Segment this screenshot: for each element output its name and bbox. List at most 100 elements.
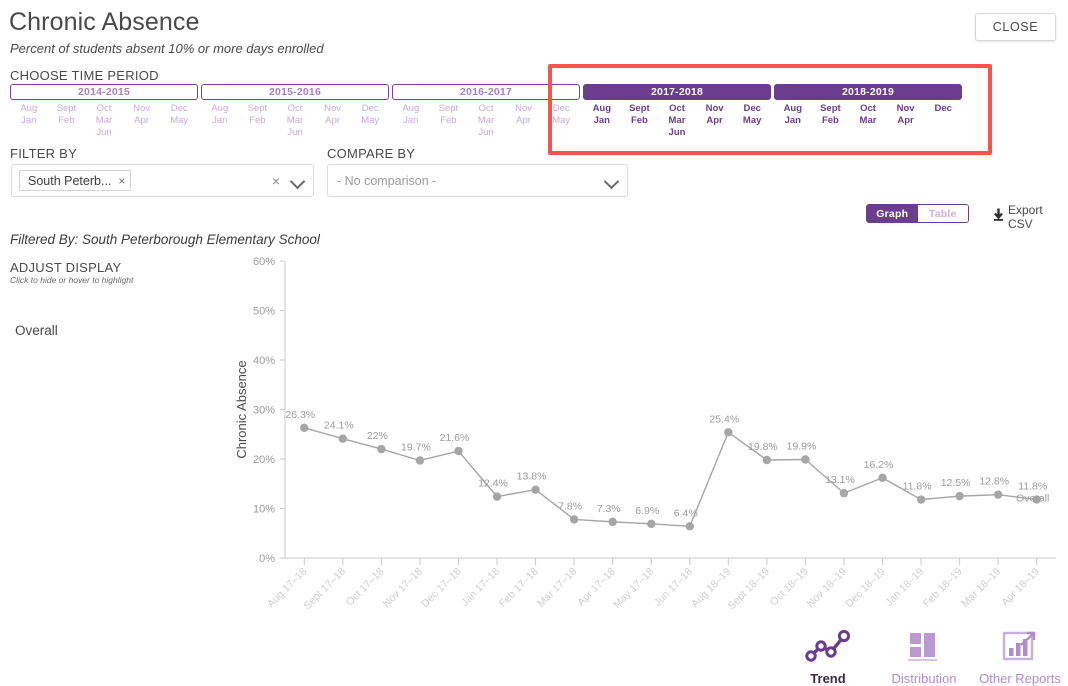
data-point[interactable] — [724, 428, 733, 437]
time-period-year-2015-2016[interactable]: 2015-2016 — [201, 84, 389, 100]
month-label[interactable]: Feb — [430, 115, 468, 127]
month-column-1-3[interactable]: Nov Apr — [314, 103, 352, 139]
month-column-3-3[interactable]: Nov Apr — [696, 103, 734, 139]
month-label[interactable]: Nov — [887, 103, 925, 115]
time-period-year-2018-2019[interactable]: 2018-2019 — [774, 84, 962, 100]
time-period-2018-2019[interactable]: 2018-2019 Aug Jan Sept Feb Oct Mar Nov Apr Dec — [774, 84, 962, 127]
tab-table[interactable]: Table — [917, 205, 968, 222]
month-label[interactable]: Dec — [160, 103, 198, 115]
month-label[interactable]: Oct — [85, 103, 123, 115]
tab-graph[interactable]: Graph — [867, 205, 918, 222]
month-label[interactable]: Mar — [849, 115, 887, 127]
month-label[interactable]: Sept — [48, 103, 86, 115]
month-label[interactable]: Apr — [123, 115, 161, 127]
month-label[interactable]: May — [542, 115, 580, 127]
data-point[interactable] — [608, 517, 617, 527]
filter-chip-remove-icon[interactable]: × — [118, 175, 125, 187]
month-label[interactable]: Mar — [658, 115, 696, 127]
month-column-1-2[interactable]: Oct Mar Jun — [276, 103, 314, 139]
month-label[interactable]: Jan — [774, 115, 812, 127]
month-label[interactable]: Apr — [314, 115, 352, 127]
month-label[interactable]: Aug — [10, 103, 48, 115]
month-column-0-4[interactable]: Dec May — [160, 103, 198, 139]
month-label[interactable]: Sept — [430, 103, 468, 115]
month-label[interactable]: Apr — [696, 115, 734, 127]
month-label[interactable]: Apr — [505, 115, 543, 127]
month-label[interactable]: Jun — [467, 127, 505, 139]
time-period-year-2014-2015[interactable]: 2014-2015 — [10, 84, 198, 100]
time-period-year-2016-2017[interactable]: 2016-2017 — [392, 84, 580, 100]
chevron-down-icon[interactable] — [605, 175, 618, 188]
month-label[interactable]: Dec — [351, 103, 389, 115]
month-column-3-1[interactable]: Sept Feb — [621, 103, 659, 139]
data-point[interactable] — [377, 444, 386, 454]
nav-item-other-reports[interactable]: Other Reports — [972, 620, 1068, 686]
time-period-2016-2017[interactable]: 2016-2017 Aug Jan Sept Feb Oct Mar Jun Nov Apr Dec… — [392, 84, 580, 139]
data-point[interactable] — [916, 495, 926, 504]
month-label[interactable]: Dec — [924, 103, 962, 115]
month-label[interactable]: Dec — [733, 103, 771, 115]
data-point[interactable] — [685, 522, 694, 531]
month-column-4-3[interactable]: Nov Apr — [887, 103, 925, 127]
data-point[interactable] — [801, 455, 810, 464]
time-period-2014-2015[interactable]: 2014-2015 Aug Jan Sept Feb Oct Mar Jun Nov Apr Dec… — [10, 84, 198, 139]
close-button[interactable]: CLOSE — [975, 13, 1056, 41]
data-point[interactable] — [762, 455, 772, 465]
data-point[interactable] — [955, 491, 964, 501]
month-column-4-1[interactable]: Sept Feb — [812, 103, 850, 127]
data-point[interactable] — [993, 490, 1003, 499]
month-label[interactable]: Feb — [812, 115, 850, 127]
month-column-0-3[interactable]: Nov Apr — [123, 103, 161, 139]
month-column-0-1[interactable]: Sept Feb — [48, 103, 86, 139]
data-point[interactable] — [531, 485, 540, 494]
time-period-year-2017-2018[interactable]: 2017-2018 — [583, 84, 771, 100]
nav-item-distribution[interactable]: Distribution — [876, 620, 972, 686]
month-label[interactable]: Jun — [276, 127, 314, 139]
month-column-1-1[interactable]: Sept Feb — [239, 103, 277, 139]
month-label[interactable]: Jan — [10, 115, 48, 127]
data-point[interactable] — [839, 488, 849, 498]
month-label[interactable]: Mar — [85, 115, 123, 127]
month-column-0-0[interactable]: Aug Jan — [10, 103, 48, 139]
month-column-3-0[interactable]: Aug Jan — [583, 103, 621, 139]
month-column-4-2[interactable]: Oct Mar — [849, 103, 887, 127]
month-column-1-4[interactable]: Dec May — [351, 103, 389, 139]
month-column-0-2[interactable]: Oct Mar Jun — [85, 103, 123, 139]
filter-by-select[interactable]: South Peterb... × × — [11, 164, 314, 197]
month-label[interactable]: Apr — [887, 115, 925, 127]
month-label[interactable]: May — [351, 115, 389, 127]
month-label[interactable]: Oct — [658, 103, 696, 115]
month-label[interactable]: Nov — [314, 103, 352, 115]
month-label[interactable]: Mar — [467, 115, 505, 127]
month-label[interactable]: Sept — [812, 103, 850, 115]
month-column-4-4[interactable]: Dec — [924, 103, 962, 127]
month-column-2-0[interactable]: Aug Jan — [392, 103, 430, 139]
month-column-2-4[interactable]: Dec May — [542, 103, 580, 139]
time-period-2017-2018[interactable]: 2017-2018 Aug Jan Sept Feb Oct Mar Jun Nov Apr Dec… — [583, 84, 771, 139]
month-label[interactable]: Oct — [467, 103, 505, 115]
month-label[interactable]: Mar — [276, 115, 314, 127]
chevron-down-icon[interactable] — [291, 175, 304, 188]
month-column-4-0[interactable]: Aug Jan — [774, 103, 812, 127]
data-point[interactable] — [415, 456, 425, 465]
month-label[interactable]: Jan — [392, 115, 430, 127]
month-label[interactable]: Oct — [849, 103, 887, 115]
month-label[interactable]: Aug — [201, 103, 239, 115]
month-label[interactable]: Oct — [276, 103, 314, 115]
data-point[interactable] — [338, 434, 348, 443]
month-column-2-1[interactable]: Sept Feb — [430, 103, 468, 139]
month-label[interactable]: Nov — [123, 103, 161, 115]
data-point[interactable] — [569, 515, 579, 524]
month-label[interactable]: Feb — [621, 115, 659, 127]
compare-by-select[interactable]: - No comparison - — [327, 164, 628, 197]
month-column-3-4[interactable]: Dec May — [733, 103, 771, 139]
month-label[interactable]: May — [160, 115, 198, 127]
month-column-3-2[interactable]: Oct Mar Jun — [658, 103, 696, 139]
month-label[interactable]: Jan — [201, 115, 239, 127]
data-point[interactable] — [647, 519, 656, 529]
filter-chip[interactable]: South Peterb... × — [19, 170, 132, 191]
month-label[interactable]: May — [733, 115, 771, 127]
time-period-selector[interactable]: 2014-2015 Aug Jan Sept Feb Oct Mar Jun Nov Apr Dec… — [10, 84, 962, 139]
export-csv-button[interactable]: Export CSV — [992, 203, 1068, 231]
month-label[interactable]: Dec — [542, 103, 580, 115]
